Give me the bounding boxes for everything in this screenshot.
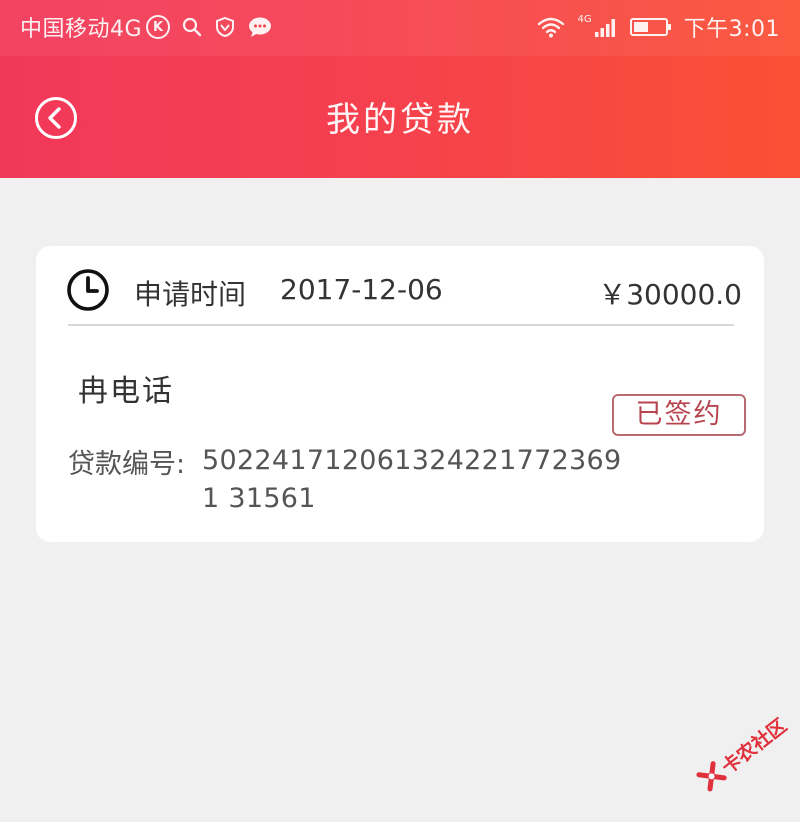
watermark: 卡农社区 [682, 694, 800, 821]
clock-icon [67, 269, 109, 311]
title-bar: 我的贷款 [0, 56, 800, 178]
signal-strength-icon [594, 16, 618, 38]
carrier-name: 中国移动4G [20, 17, 143, 42]
wifi-icon [537, 16, 565, 38]
loan-number-value: 5022417120613242217723691 31561 [202, 445, 622, 514]
network-type-label: 4G [577, 14, 592, 25]
loan-card-header: 申请时间 2017-12-06 ￥30000.0 [36, 246, 764, 326]
watermark-text: 卡农社区 [717, 714, 792, 779]
k-badge-icon: K [146, 15, 171, 39]
apply-date: 2017-12-06 [280, 273, 443, 306]
app-header: 中国移动4G K 4G 下午3:01 我的贷款 [0, 0, 800, 178]
battery-icon [629, 16, 672, 38]
card-divider [68, 324, 734, 326]
status-bar: 中国移动4G K 4G 下午3:01 [0, 0, 800, 56]
page-title: 我的贷款 [326, 100, 474, 140]
status-left: 中国移动4G K [20, 12, 272, 42]
loan-number-label: 贷款编号: [68, 449, 186, 480]
search-icon [182, 17, 202, 37]
loan-card[interactable]: 申请时间 2017-12-06 ￥30000.0 冉电话 已签约 贷款编号: 5… [36, 246, 764, 542]
borrower-name: 冉电话 [78, 374, 174, 409]
status-right: 4G 下午3:01 [537, 12, 780, 42]
apply-time-label: 申请时间 [134, 278, 247, 311]
status-badge: 已签约 [612, 394, 746, 436]
message-bubble-icon [248, 16, 272, 38]
shield-icon [214, 16, 236, 38]
loan-amount: ￥30000.0 [598, 278, 742, 311]
status-time: 下午3:01 [683, 17, 780, 42]
